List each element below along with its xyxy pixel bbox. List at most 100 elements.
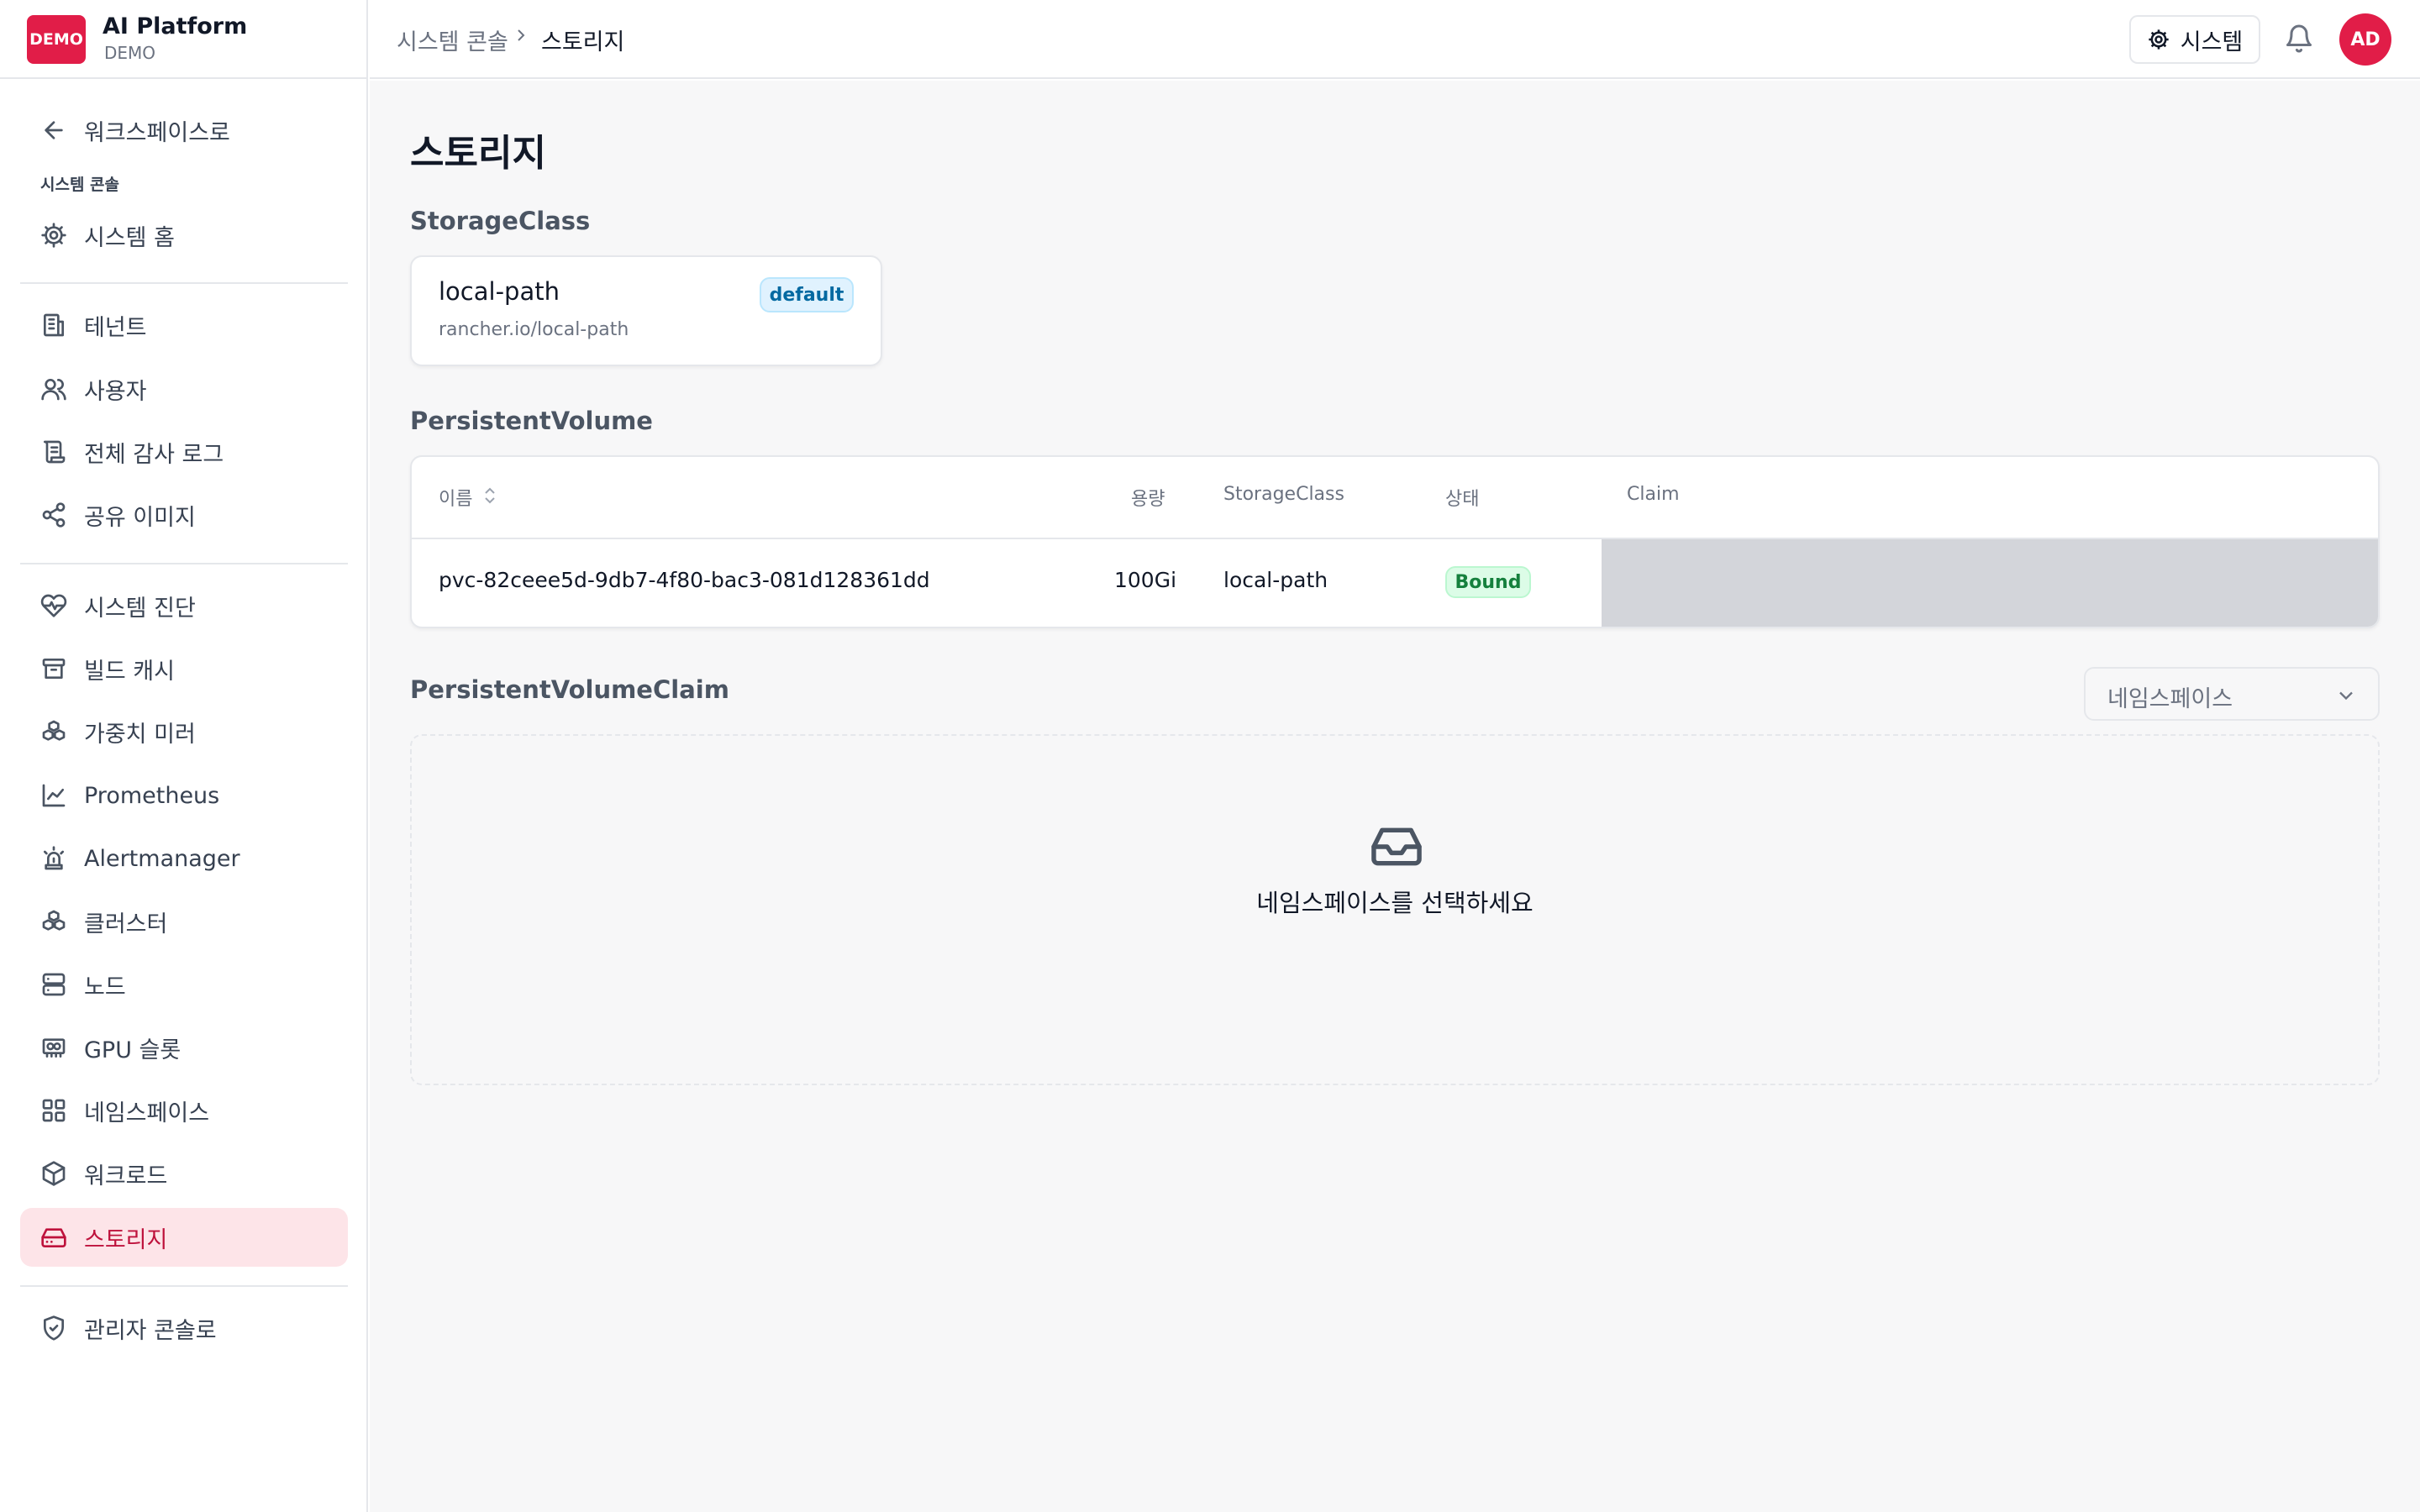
- sidebar-divider: [20, 563, 348, 564]
- sidebar-item-label: 스토리지: [84, 1226, 168, 1253]
- namespace-select-value: 네임스페이스: [2107, 686, 2233, 712]
- sidebar-item-label: GPU 슬롯: [84, 1037, 182, 1063]
- package-icon: [40, 1160, 67, 1187]
- sidebar-item-system-home[interactable]: 시스템 홈: [20, 206, 348, 265]
- chevron-right-icon: [511, 25, 531, 45]
- avatar[interactable]: AD: [2339, 13, 2391, 66]
- sidebar-item-label: 테넌트: [84, 314, 147, 341]
- sidebar-item-label: Prometheus: [84, 782, 220, 809]
- hard-drive-icon: [40, 1224, 67, 1251]
- sidebar-divider: [20, 282, 348, 284]
- namespace-select[interactable]: 네임스페이스: [2084, 667, 2380, 721]
- breadcrumb-system-console[interactable]: 시스템 콘솔: [397, 24, 508, 56]
- siren-icon: [40, 845, 67, 872]
- arrow-left-icon: [40, 117, 67, 144]
- pv-section-title: PersistentVolume: [410, 407, 653, 435]
- gpu-icon: [40, 1034, 67, 1061]
- pv-capacity-cell: 100Gi: [1114, 568, 1177, 592]
- sidebar-item-nodes[interactable]: 노드: [20, 955, 348, 1014]
- pv-name-cell: pvc-82ceee5d-9db7-4f80-bac3-081d128361dd: [439, 568, 930, 592]
- sidebar-item-label: 관리자 콘솔로: [84, 1317, 217, 1344]
- sidebar-item-label: 공유 이미지: [84, 504, 196, 531]
- sidebar-item-alertmanager[interactable]: Alertmanager: [20, 829, 348, 888]
- column-header-storageclass: StorageClass: [1223, 484, 1344, 505]
- brand[interactable]: DEMO AI Platform DEMO: [0, 0, 366, 79]
- grid-icon: [40, 1097, 67, 1124]
- brand-subtitle: DEMO: [104, 43, 156, 63]
- sidebar-item-workloads[interactable]: 워크로드: [20, 1144, 348, 1203]
- sidebar-item-label: 가중치 미러: [84, 721, 196, 748]
- sidebar-item-namespaces[interactable]: 네임스페이스: [20, 1081, 348, 1140]
- gear-icon: [40, 222, 67, 249]
- archive-icon: [40, 655, 67, 682]
- sidebar-item-label: 시스템 홈: [84, 224, 175, 251]
- sidebar-item-prometheus[interactable]: Prometheus: [20, 766, 348, 825]
- heart-pulse-icon: [40, 592, 67, 619]
- sidebar-item-label: 노드: [84, 974, 126, 1000]
- sidebar-item-weight-mirror[interactable]: 가중치 미러: [20, 702, 348, 761]
- column-header-name[interactable]: 이름: [439, 484, 472, 511]
- sidebar-item-label: 클러스터: [84, 911, 168, 937]
- pvc-section-title: PersistentVolumeClaim: [410, 675, 729, 704]
- sort-icon[interactable]: [482, 486, 497, 506]
- pvc-empty-state: 네임스페이스를 선택하세요: [410, 734, 2380, 1085]
- sidebar-item-admin-console[interactable]: 관리자 콘솔로: [20, 1299, 348, 1357]
- breadcrumb-current: 스토리지: [541, 29, 625, 55]
- storageclass-section-title: StorageClass: [410, 207, 591, 235]
- users-icon: [40, 375, 67, 402]
- sidebar-item-label: 워크로드: [84, 1163, 168, 1189]
- sidebar: DEMO AI Platform DEMO 워크스페이스로 시스템 콘솔 시스템…: [0, 0, 368, 1512]
- server-icon: [40, 971, 67, 998]
- sidebar-item-gpu-slots[interactable]: GPU 슬롯: [20, 1018, 348, 1077]
- shield-check-icon: [40, 1315, 67, 1341]
- column-header-status: 상태: [1445, 489, 1480, 510]
- line-chart-icon: [40, 782, 67, 809]
- system-button-label: 시스템: [2180, 29, 2244, 55]
- storageclass-provisioner: rancher.io/local-path: [439, 319, 629, 340]
- column-header-capacity: 용량: [1131, 489, 1165, 510]
- pv-claim-cell: [1602, 539, 2378, 627]
- sidebar-item-shared-images[interactable]: 공유 이미지: [20, 486, 348, 544]
- sidebar-item-label: 사용자: [84, 378, 147, 405]
- sidebar-item-label: 워크스페이스로: [84, 119, 230, 146]
- gear-icon: [2149, 29, 2169, 50]
- sidebar-item-label: 네임스페이스: [84, 1100, 210, 1126]
- bell-icon[interactable]: [2284, 24, 2314, 54]
- pv-table: 이름 용량 StorageClass 상태 Claim pvc-82ceee5d…: [410, 455, 2380, 628]
- sidebar-item-audit-log[interactable]: 전체 감사 로그: [20, 423, 348, 481]
- main-content: 스토리지 StorageClass local-path rancher.io/…: [370, 81, 2420, 1512]
- boxes-icon: [40, 718, 67, 745]
- sidebar-item-back-to-workspace[interactable]: 워크스페이스로: [20, 101, 348, 160]
- sidebar-item-users[interactable]: 사용자: [20, 360, 348, 418]
- top-bar: 시스템 콘솔 스토리지 시스템 AD: [370, 0, 2420, 79]
- pv-storageclass-cell: local-path: [1223, 568, 1328, 592]
- default-badge: default: [760, 277, 854, 312]
- sidebar-item-clusters[interactable]: 클러스터: [20, 892, 348, 951]
- boxes-icon: [40, 908, 67, 935]
- brand-logo: DEMO: [27, 15, 86, 64]
- sidebar-item-storage[interactable]: 스토리지: [20, 1208, 348, 1267]
- sidebar-section-label: 시스템 콘솔: [40, 176, 120, 194]
- sidebar-item-tenants[interactable]: 테넌트: [20, 296, 348, 354]
- system-button[interactable]: 시스템: [2129, 15, 2260, 64]
- sidebar-item-build-cache[interactable]: 빌드 캐시: [20, 639, 348, 698]
- share-icon: [40, 501, 67, 528]
- scroll-icon: [40, 438, 67, 465]
- sidebar-item-diagnostics[interactable]: 시스템 진단: [20, 576, 348, 635]
- page-title: 스토리지: [410, 132, 546, 175]
- sidebar-divider: [20, 1285, 348, 1287]
- sidebar-item-label: 전체 감사 로그: [84, 441, 224, 468]
- chevron-down-icon: [2334, 684, 2358, 707]
- brand-title: AI Platform: [103, 13, 248, 39]
- inbox-icon: [1370, 822, 1423, 872]
- column-header-claim: Claim: [1627, 484, 1680, 505]
- sidebar-item-label: Alertmanager: [84, 845, 240, 872]
- app-root: DEMO AI Platform DEMO 워크스페이스로 시스템 콘솔 시스템…: [0, 0, 2420, 1512]
- sidebar-item-label: 시스템 진단: [84, 595, 196, 622]
- empty-state-message: 네임스페이스를 선택하세요: [1256, 889, 1534, 917]
- storageclass-card[interactable]: local-path rancher.io/local-path default: [410, 255, 882, 366]
- status-badge: Bound: [1445, 566, 1531, 598]
- sidebar-item-label: 빌드 캐시: [84, 658, 175, 685]
- building-icon: [40, 312, 67, 339]
- storageclass-name: local-path: [439, 277, 560, 306]
